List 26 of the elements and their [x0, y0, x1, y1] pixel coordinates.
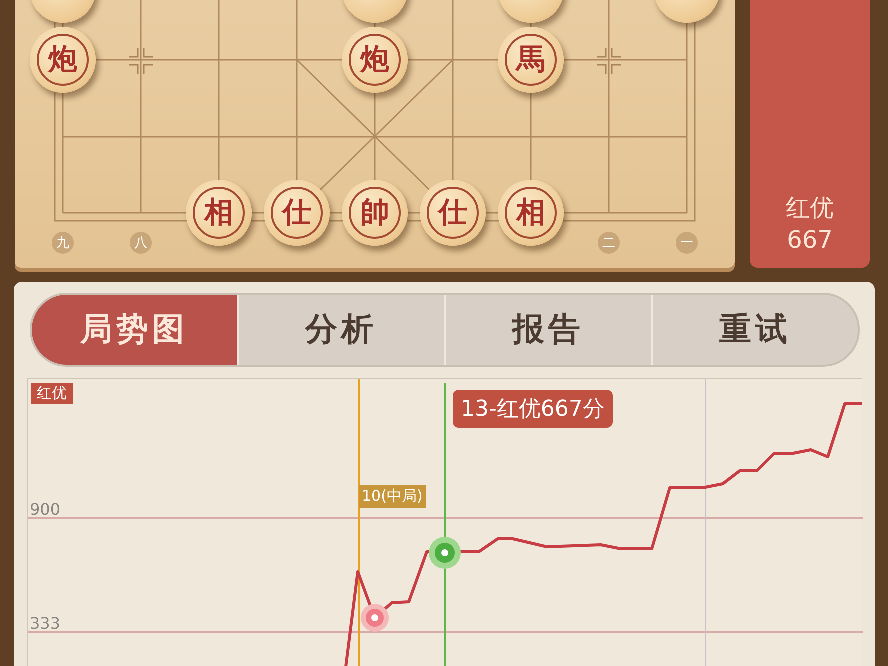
chess-piece[interactable]: 相: [186, 180, 252, 246]
chess-piece[interactable]: 炮: [342, 27, 408, 93]
chess-piece[interactable]: 仕: [420, 180, 486, 246]
tab[interactable]: 分析: [237, 295, 444, 365]
tab[interactable]: 报告: [444, 295, 651, 365]
file-label: 八: [130, 232, 152, 254]
low-point-marker: [361, 604, 389, 632]
cursor-point-marker[interactable]: [429, 537, 461, 569]
tab[interactable]: 局势图: [32, 295, 237, 365]
score-tooltip: 13-红优667分: [453, 390, 613, 428]
chess-piece[interactable]: 炮: [30, 27, 96, 93]
chess-piece[interactable]: 相: [498, 180, 564, 246]
file-label: 二: [598, 232, 620, 254]
cursor-line[interactable]: [444, 383, 446, 666]
advantage-side: 红优: [786, 193, 834, 224]
file-label: 一: [676, 232, 698, 254]
axis-tick: 900: [30, 500, 61, 519]
chess-piece[interactable]: 帥: [342, 180, 408, 246]
phase-marker: 10(中局): [359, 485, 426, 508]
side-tag: 红优: [31, 383, 73, 404]
chess-piece[interactable]: 仕: [264, 180, 330, 246]
chess-piece[interactable]: 馬: [498, 27, 564, 93]
advantage-score: 667: [787, 225, 833, 256]
axis-tick: 333: [30, 614, 61, 633]
file-label: 九: [52, 232, 74, 254]
tab[interactable]: 重试: [651, 295, 858, 365]
